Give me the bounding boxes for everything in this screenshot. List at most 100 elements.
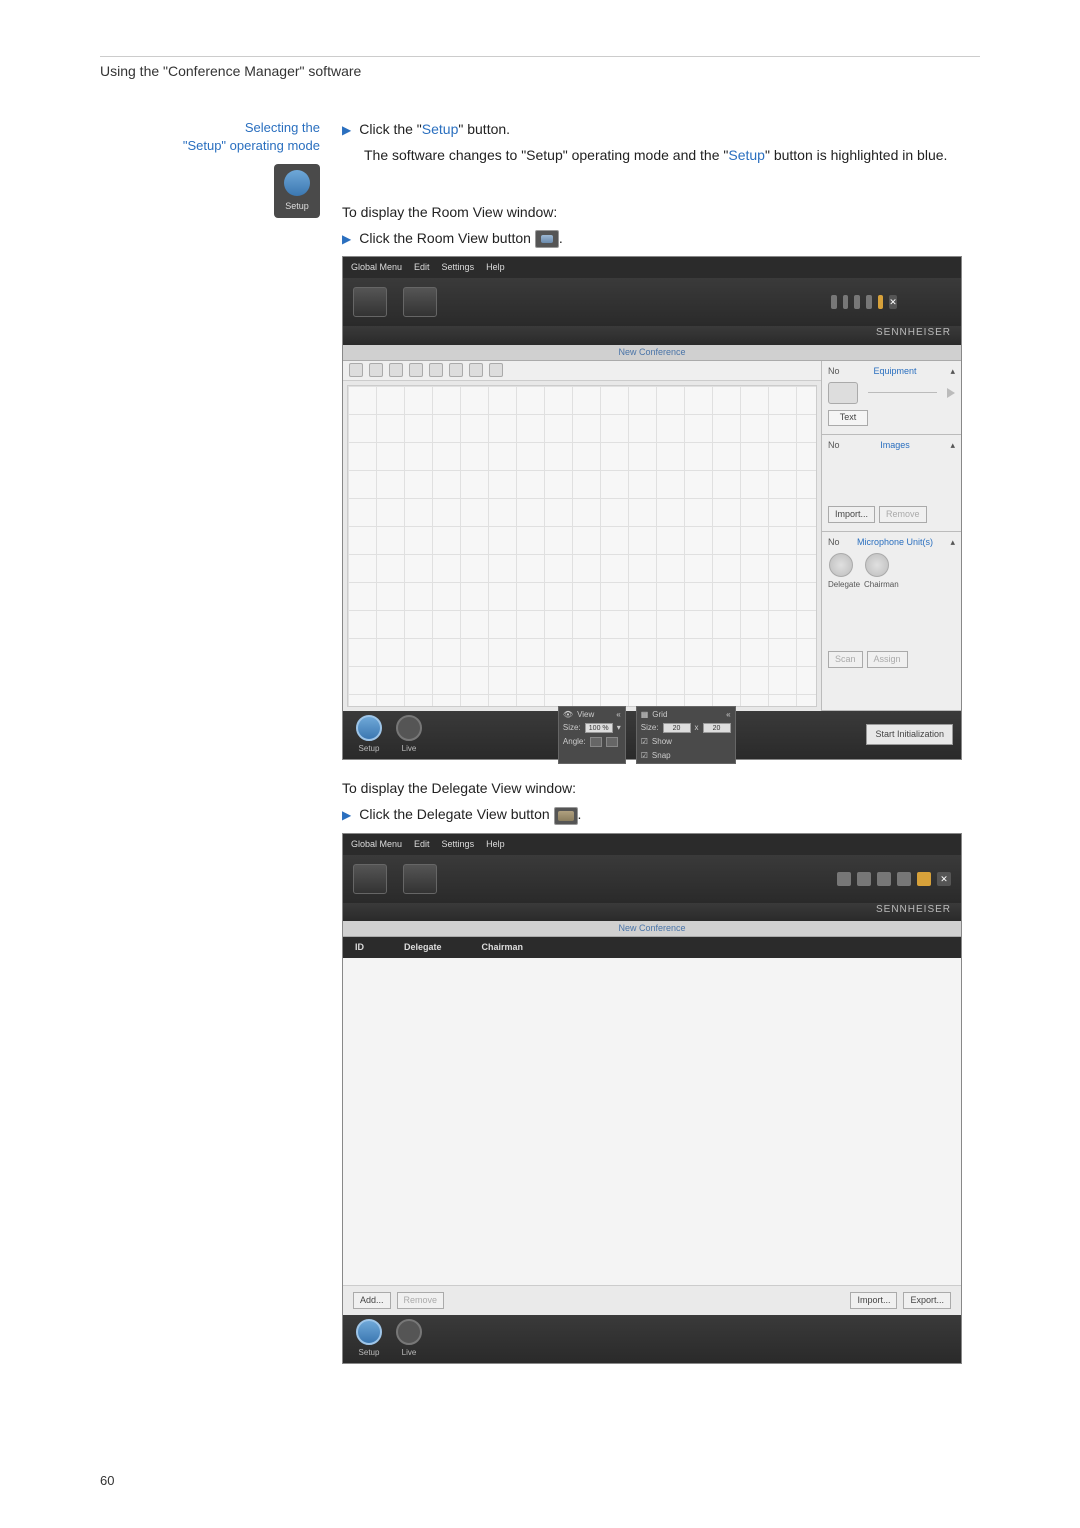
export-button[interactable]: Export...	[903, 1292, 951, 1309]
status-icon	[831, 295, 837, 309]
assign-button[interactable]: Assign	[867, 651, 908, 668]
equip-title: Equipment	[873, 365, 916, 378]
room-view-toggle[interactable]	[353, 864, 387, 894]
status-icon	[837, 872, 851, 886]
mic-chairman[interactable]: Chairman	[864, 553, 890, 591]
room-view-toggle[interactable]	[353, 287, 387, 317]
menu-help[interactable]: Help	[486, 261, 505, 274]
mode-setup[interactable]: Setup	[351, 1319, 387, 1359]
margin-heading-l2: "Setup" operating mode	[100, 137, 320, 155]
tool-button[interactable]	[489, 363, 503, 377]
equip-no: No	[828, 365, 840, 378]
tool-button[interactable]	[369, 363, 383, 377]
mode-live[interactable]: Live	[391, 1319, 427, 1359]
status-icon	[866, 295, 872, 309]
delegate-table-body[interactable]	[343, 958, 961, 1285]
import-button[interactable]: Import...	[828, 506, 875, 523]
setup-circle-icon	[284, 170, 310, 196]
document-tab[interactable]: New Conference	[343, 921, 961, 937]
grid-h[interactable]: 20	[703, 723, 731, 733]
mic-delegate[interactable]: Delegate	[828, 553, 854, 591]
status-icon	[877, 872, 891, 886]
angle-ccw[interactable]	[590, 737, 602, 747]
step-marker-icon: ▶	[342, 807, 351, 824]
mode-live[interactable]: Live	[391, 715, 427, 755]
status-icon	[843, 295, 849, 309]
tool-button[interactable]	[409, 363, 423, 377]
zoom-value[interactable]: 100 %	[585, 723, 613, 733]
mic-no: No	[828, 536, 840, 549]
equipment-thumb[interactable]	[828, 382, 858, 404]
room-view-screenshot: Global Menu Edit Settings Help	[342, 256, 962, 760]
delegate-view-button-icon	[554, 807, 578, 825]
right-panel: NoEquipment▴ Text NoImages▴ Import	[821, 361, 961, 711]
status-icon	[897, 872, 911, 886]
mode-setup[interactable]: Setup	[351, 715, 387, 755]
brand-label: SENNHEISER	[876, 327, 951, 338]
menu-bar: Global Menu Edit Settings Help	[343, 834, 961, 855]
running-head: Using the "Conference Manager" software	[100, 63, 980, 79]
menu-edit[interactable]: Edit	[414, 838, 430, 851]
status-icon	[854, 295, 860, 309]
warning-icon	[878, 295, 884, 309]
add-button[interactable]: Add...	[353, 1292, 391, 1309]
brand-label: SENNHEISER	[876, 904, 951, 915]
col-delegate[interactable]: Delegate	[404, 941, 442, 954]
import-button[interactable]: Import...	[850, 1292, 897, 1309]
remove-button[interactable]: Remove	[879, 506, 927, 523]
tool-button[interactable]	[449, 363, 463, 377]
room-canvas[interactable]	[347, 385, 817, 707]
document-tab[interactable]: New Conference	[343, 345, 961, 361]
view-controls: 👁View« Size:100 %▾ Angle:	[558, 706, 626, 764]
margin-heading: Selecting the "Setup" operating mode Set…	[100, 119, 320, 1382]
col-chairman[interactable]: Chairman	[482, 941, 524, 954]
close-icon[interactable]: ✕	[937, 872, 951, 886]
collapse-icon[interactable]: ▴	[950, 439, 955, 452]
mic-title: Microphone Unit(s)	[857, 536, 933, 549]
grid-controls: ▦Grid« Size:20x20 ☑Show ☑Snap	[636, 706, 736, 764]
room-view-button-icon	[535, 230, 559, 248]
remove-button[interactable]: Remove	[397, 1292, 445, 1309]
menu-bar: Global Menu Edit Settings Help	[343, 257, 961, 278]
col-id[interactable]: ID	[355, 941, 364, 954]
tool-button[interactable]	[429, 363, 443, 377]
angle-cw[interactable]	[606, 737, 618, 747]
tool-button[interactable]	[389, 363, 403, 377]
menu-global[interactable]: Global Menu	[351, 838, 402, 851]
arrow-icon	[947, 388, 955, 398]
warning-icon	[917, 872, 931, 886]
delegate-view-toggle[interactable]	[403, 287, 437, 317]
grid-w[interactable]: 20	[663, 723, 691, 733]
menu-settings[interactable]: Settings	[442, 838, 475, 851]
images-title: Images	[880, 439, 910, 452]
step-marker-icon: ▶	[342, 122, 351, 139]
margin-heading-l1: Selecting the	[100, 119, 320, 137]
menu-settings[interactable]: Settings	[442, 261, 475, 274]
collapse-icon[interactable]: ▴	[950, 536, 955, 549]
roomview-intro: To display the Room View window:	[342, 202, 980, 222]
scan-button[interactable]: Scan	[828, 651, 863, 668]
text-tool-button[interactable]: Text	[828, 410, 868, 426]
collapse-icon[interactable]: ▴	[950, 365, 955, 378]
roomview-step: Click the Room View button .	[359, 228, 563, 248]
delegate-view-toggle[interactable]	[403, 864, 437, 894]
delegateview-step: Click the Delegate View button .	[359, 804, 581, 824]
status-icon	[857, 872, 871, 886]
close-icon[interactable]: ✕	[889, 295, 897, 309]
delegate-table-header: ID Delegate Chairman	[343, 937, 961, 958]
tool-button[interactable]	[469, 363, 483, 377]
menu-edit[interactable]: Edit	[414, 261, 430, 274]
step-marker-icon: ▶	[342, 231, 351, 248]
menu-help[interactable]: Help	[486, 838, 505, 851]
start-initialization-button[interactable]: Start Initialization	[866, 724, 953, 745]
setup-icon-label: Setup	[285, 200, 309, 212]
delegate-view-screenshot: Global Menu Edit Settings Help	[342, 833, 962, 1365]
tool-button[interactable]	[349, 363, 363, 377]
setup-mode-icon: Setup	[274, 164, 320, 218]
page-number: 60	[100, 1473, 114, 1488]
delegateview-intro: To display the Delegate View window:	[342, 778, 980, 798]
menu-global[interactable]: Global Menu	[351, 261, 402, 274]
images-no: No	[828, 439, 840, 452]
step-1-text: Click the "Setup" button.	[359, 119, 510, 139]
step-1-result: The software changes to "Setup" operatin…	[364, 145, 980, 165]
